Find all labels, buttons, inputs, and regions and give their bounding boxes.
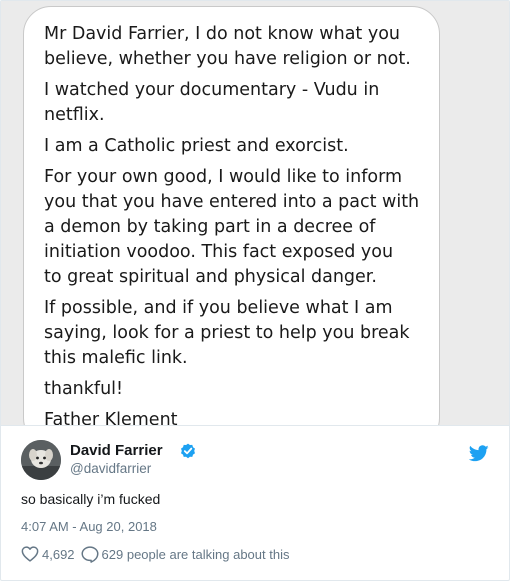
like-button[interactable]: 4,692 <box>21 546 75 562</box>
conversation-link[interactable]: 629 people are talking about this <box>81 545 290 563</box>
conversation-text: 629 people are talking about this <box>101 546 290 562</box>
author-handle[interactable]: @davidfarrier <box>70 461 151 476</box>
tweet-timestamp[interactable]: 4:07 AM - Aug 20, 2018 <box>21 519 157 534</box>
letter-paragraph: thankful! <box>44 379 124 399</box>
letter-paragraph: If possible, and if you believe what I a… <box>44 298 410 368</box>
like-count: 4,692 <box>42 546 75 562</box>
letter-paragraph: I watched your documentary - Vudu in net… <box>44 80 380 125</box>
tweet-author-row: David Farrier @davidfarrier <box>21 438 491 482</box>
tweet-actions: 4,692 629 people are talking about this <box>21 544 295 564</box>
verified-badge-icon <box>180 443 196 459</box>
avatar[interactable] <box>21 440 61 480</box>
tweet-media-image[interactable]: Mr David Farrier, I do not know what you… <box>1 1 509 426</box>
speech-bubble-icon <box>81 545 99 563</box>
letter-paragraph: Mr David Farrier, I do not know what you… <box>44 24 411 69</box>
tweet-card: Mr David Farrier, I do not know what you… <box>0 0 510 581</box>
letter-paragraph: For your own good, I would like to infor… <box>44 167 420 287</box>
twitter-bird-icon[interactable] <box>468 445 489 462</box>
tweet-text: so basically i’m fucked <box>21 491 161 507</box>
letter-signature: Father Klement <box>44 410 178 426</box>
heart-icon <box>21 546 39 562</box>
author-name[interactable]: David Farrier <box>70 442 163 459</box>
letter-paragraph: I am a Catholic priest and exorcist. <box>44 136 349 156</box>
message-bubble: Mr David Farrier, I do not know what you… <box>23 6 440 426</box>
